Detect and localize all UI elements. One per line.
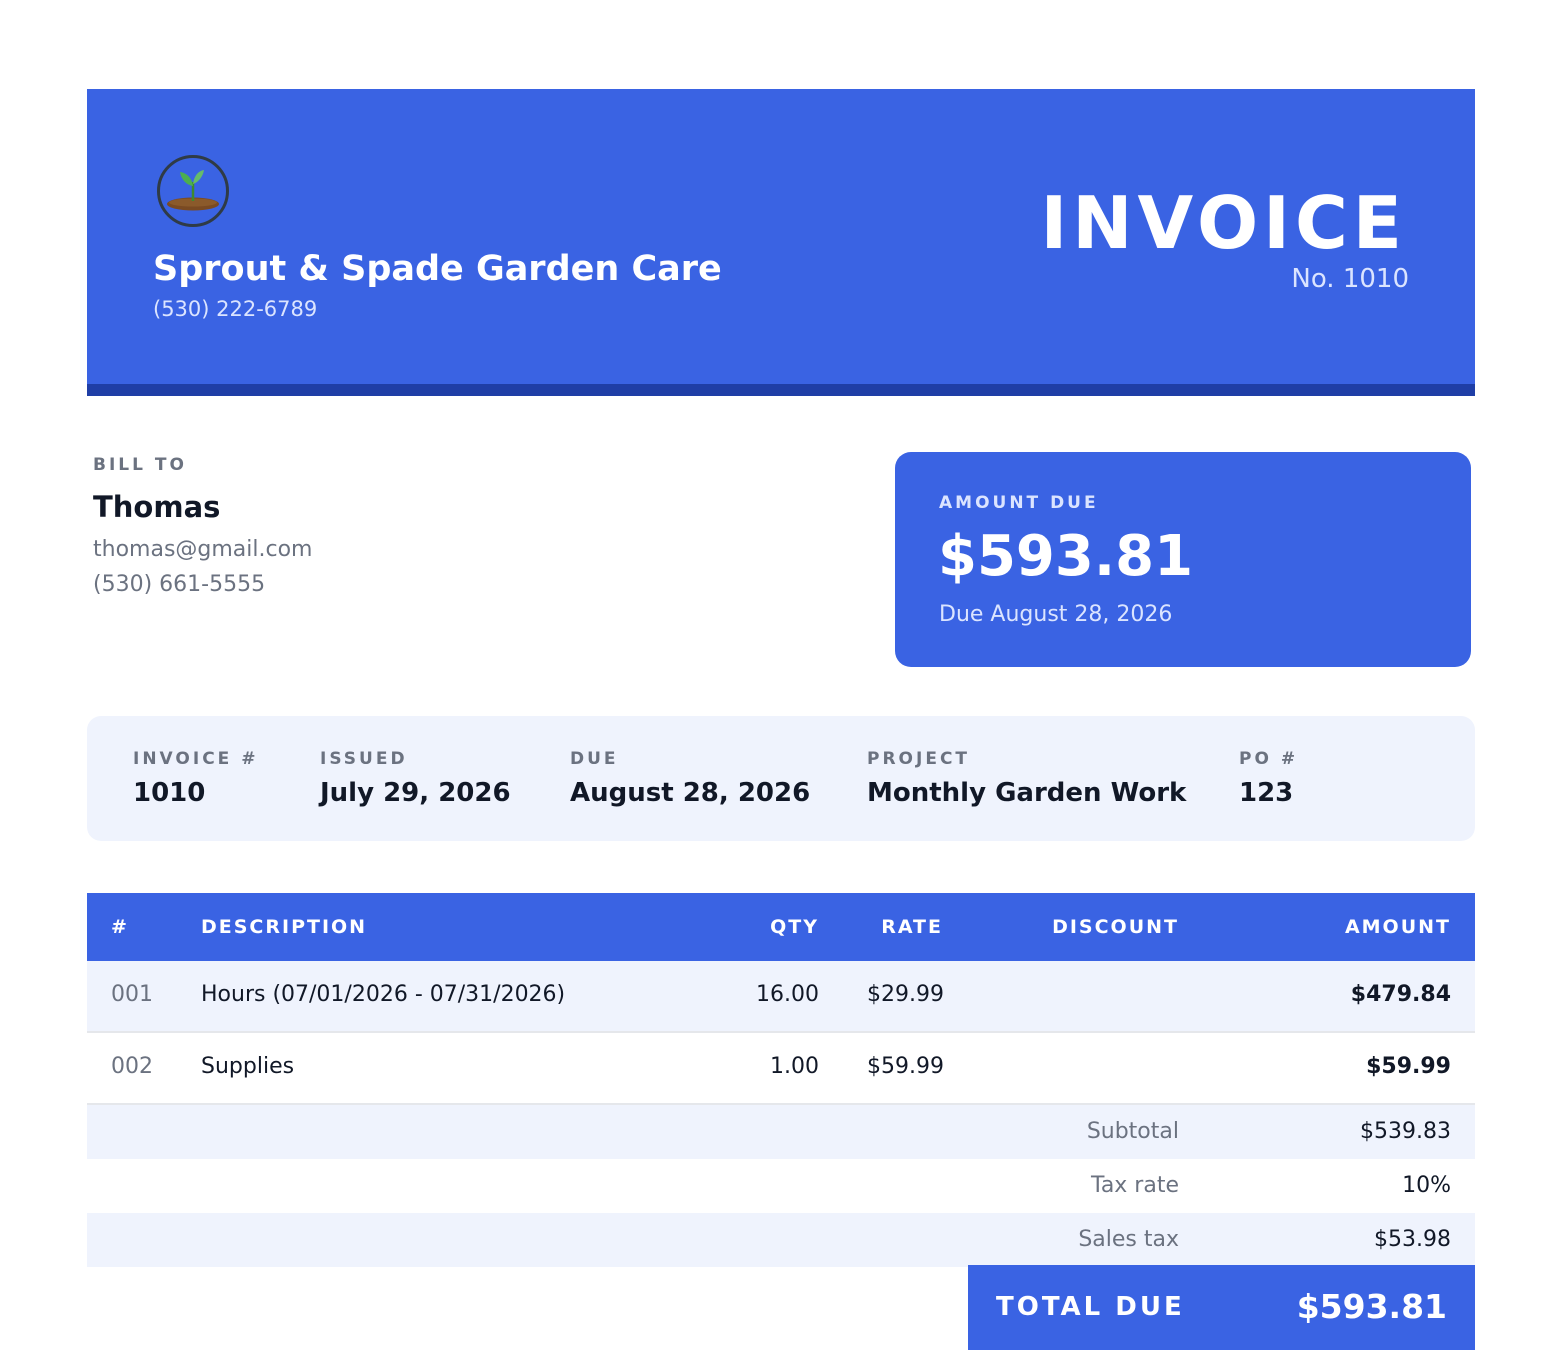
invoice-title: INVOICE [1040, 181, 1407, 265]
meta-value: July 29, 2026 [320, 778, 511, 808]
meta-label: PROJECT [867, 749, 971, 769]
amount-due-card: AMOUNT DUE $593.81 Due August 28, 2026 [895, 452, 1471, 667]
row-amount: $479.84 [1350, 982, 1451, 1007]
row-number: 002 [111, 1054, 153, 1079]
row-amount: $59.99 [1366, 1054, 1451, 1079]
amount-due-label: AMOUNT DUE [939, 493, 1099, 513]
column-header-amount: AMOUNT [1344, 916, 1451, 938]
seedling-logo-icon [157, 155, 229, 227]
subtotal-value: $539.83 [1360, 1119, 1451, 1144]
row-qty: 1.00 [770, 1054, 819, 1079]
column-header-discount: DISCOUNT [1052, 916, 1179, 938]
subtotal-row: Subtotal $539.83 [87, 1105, 1475, 1159]
table-row: 002 Supplies 1.00 $59.99 $59.99 [87, 1033, 1475, 1105]
row-rate: $59.99 [867, 1054, 944, 1079]
amount-due-date: Due August 28, 2026 [939, 602, 1173, 627]
row-description: Supplies [201, 1054, 295, 1079]
row-number: 001 [111, 982, 153, 1007]
meta-po-number: PO # 123 [1239, 749, 1298, 808]
bill-to-name: Thomas [93, 490, 221, 524]
total-due-label: TOTAL DUE [996, 1292, 1185, 1322]
row-description: Hours (07/01/2026 - 07/31/2026) [201, 982, 566, 1007]
invoice-number: No. 1010 [1291, 264, 1409, 294]
meta-invoice-number: INVOICE # 1010 [133, 749, 258, 808]
line-items-table: # DESCRIPTION QTY RATE DISCOUNT AMOUNT 0… [87, 893, 1475, 1267]
amount-due-value: $593.81 [938, 524, 1194, 589]
meta-value: Monthly Garden Work [867, 778, 1187, 808]
column-header-description: DESCRIPTION [201, 916, 368, 938]
table-row: 001 Hours (07/01/2026 - 07/31/2026) 16.0… [87, 961, 1475, 1033]
column-header-number: # [111, 916, 129, 938]
tax-rate-value: 10% [1402, 1173, 1451, 1198]
table-header-row: # DESCRIPTION QTY RATE DISCOUNT AMOUNT [87, 893, 1475, 961]
bill-to-label: BILL TO [93, 455, 187, 475]
meta-project: PROJECT Monthly Garden Work [867, 749, 1186, 808]
meta-label: INVOICE # [133, 749, 259, 769]
tax-rate-label: Tax rate [1091, 1173, 1179, 1198]
meta-label: DUE [570, 749, 619, 769]
total-due-value: $593.81 [1296, 1287, 1447, 1326]
company-phone: (530) 222-6789 [153, 297, 318, 321]
bill-to-phone: (530) 661-5555 [93, 572, 266, 597]
sales-tax-label: Sales tax [1078, 1227, 1179, 1252]
company-name: Sprout & Spade Garden Care [153, 249, 722, 289]
meta-value: August 28, 2026 [570, 778, 811, 808]
subtotal-label: Subtotal [1086, 1119, 1179, 1144]
meta-label: PO # [1239, 749, 1299, 769]
invoice-meta-strip: INVOICE # 1010 ISSUED July 29, 2026 DUE … [87, 716, 1475, 841]
sales-tax-row: Sales tax $53.98 [87, 1213, 1475, 1267]
meta-due: DUE August 28, 2026 [570, 749, 810, 808]
meta-label: ISSUED [320, 749, 408, 769]
invoice-header: Sprout & Spade Garden Care (530) 222-678… [87, 89, 1475, 396]
bill-to-email[interactable]: thomas@gmail.com [93, 537, 312, 562]
row-qty: 16.00 [756, 982, 819, 1007]
meta-value: 123 [1239, 778, 1294, 808]
meta-issued: ISSUED July 29, 2026 [320, 749, 511, 808]
total-due-box: TOTAL DUE $593.81 [968, 1265, 1475, 1350]
meta-value: 1010 [133, 778, 206, 808]
column-header-rate: RATE [881, 916, 943, 938]
row-rate: $29.99 [867, 982, 944, 1007]
tax-rate-row: Tax rate 10% [87, 1159, 1475, 1213]
column-header-qty: QTY [770, 916, 819, 938]
sales-tax-value: $53.98 [1374, 1227, 1451, 1252]
